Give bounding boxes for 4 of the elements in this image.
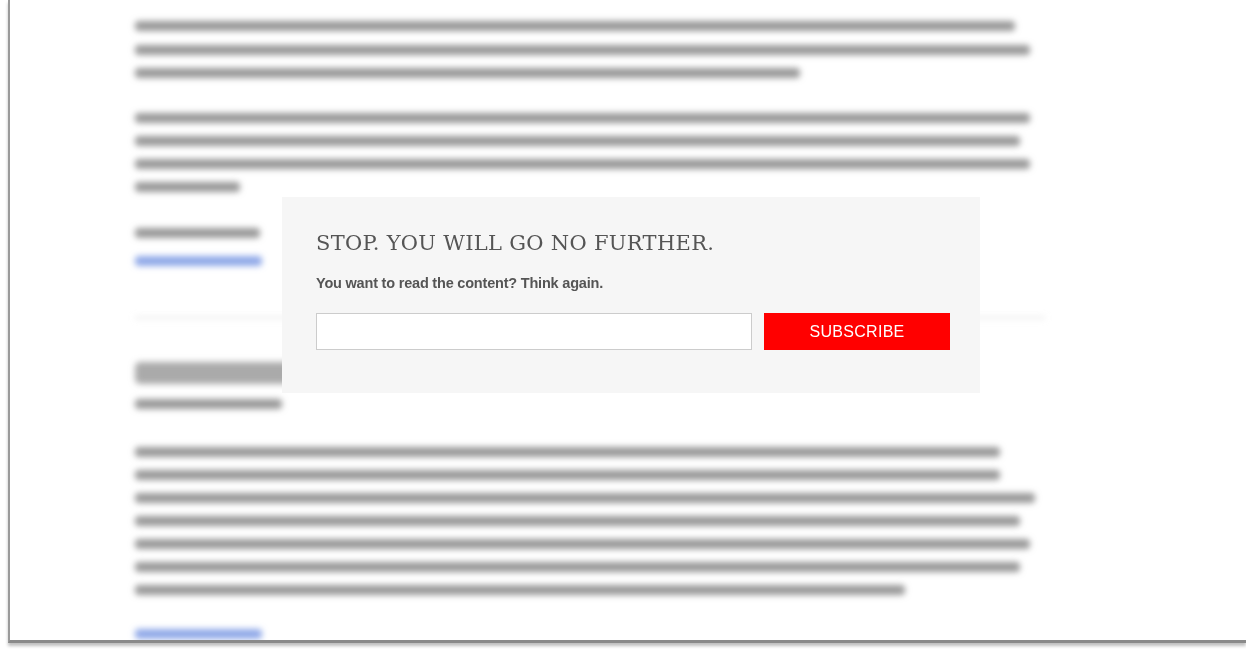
subscribe-button[interactable]: SUBSCRIBE [764, 313, 950, 350]
dialog-title: STOP. YOU WILL GO NO FURTHER. [316, 231, 716, 255]
email-field[interactable] [316, 313, 752, 350]
dialog-message: You want to read the content? Think again. [316, 275, 604, 291]
